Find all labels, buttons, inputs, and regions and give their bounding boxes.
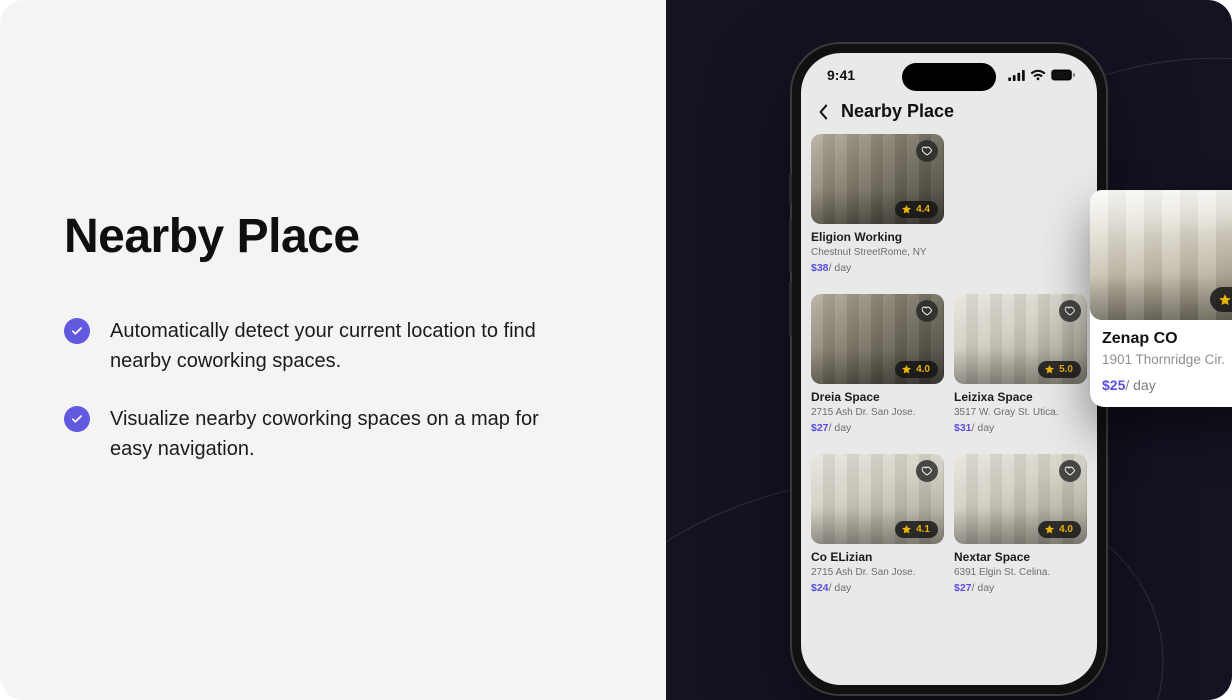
- heart-icon: [921, 305, 933, 317]
- place-address: Chestnut StreetRome, NY: [811, 247, 944, 258]
- dynamic-island: [902, 63, 996, 91]
- popout-body: Zenap CO 1901 Thornridge Cir. $25/ day: [1090, 320, 1232, 407]
- place-thumbnail: 4.0: [954, 454, 1087, 544]
- star-icon: [901, 204, 912, 215]
- place-price: $38/ day: [811, 262, 944, 274]
- place-name: Co ELizian: [811, 550, 944, 564]
- rating-chip: 4.8: [1210, 287, 1232, 312]
- slide-heading: Nearby Place: [64, 209, 564, 264]
- place-card[interactable]: 5.0 Leizixa Space 3517 W. Gray St. Utica…: [954, 294, 1087, 434]
- feature-item: Automatically detect your current locati…: [64, 316, 564, 376]
- app-title: Nearby Place: [841, 101, 954, 122]
- place-card[interactable]: 4.0 Nextar Space 6391 Elgin St. Celina. …: [954, 454, 1087, 594]
- place-thumbnail: 4.0: [811, 294, 944, 384]
- status-bar: 9:41: [801, 53, 1097, 97]
- place-thumbnail: 4.4: [811, 134, 944, 224]
- rating-chip: 4.0: [1038, 521, 1081, 538]
- place-name: Eligion Working: [811, 230, 944, 244]
- favorite-button[interactable]: [916, 140, 938, 162]
- app-header: Nearby Place: [801, 97, 1097, 134]
- phone-screen: 9:41 Nearby Place: [801, 53, 1097, 685]
- cellular-icon: [1008, 70, 1025, 81]
- place-thumbnail: 4.1: [811, 454, 944, 544]
- star-icon: [901, 364, 912, 375]
- marketing-slide: Nearby Place Automatically detect your c…: [0, 0, 1232, 700]
- place-address: 2715 Ash Dr. San Jose.: [811, 407, 944, 418]
- feature-text: Visualize nearby coworking spaces on a m…: [110, 404, 550, 464]
- place-name: Nextar Space: [954, 550, 1087, 564]
- favorite-button[interactable]: [916, 460, 938, 482]
- chevron-left-icon: [818, 104, 828, 120]
- place-address: 6391 Elgin St. Celina.: [954, 567, 1087, 578]
- showcase-panel: 9:41 Nearby Place: [666, 0, 1232, 700]
- rating-chip: 4.4: [895, 201, 938, 218]
- place-card[interactable]: 4.4 Eligion Working Chestnut StreetRome,…: [811, 134, 944, 274]
- check-icon: [64, 406, 90, 432]
- place-price: $27/ day: [811, 422, 944, 434]
- place-price: $27/ day: [954, 582, 1087, 594]
- place-card[interactable]: 4.0 Dreia Space 2715 Ash Dr. San Jose. $…: [811, 294, 944, 434]
- phone-mockup: 9:41 Nearby Place: [792, 44, 1106, 694]
- place-price: $31/ day: [954, 422, 1087, 434]
- place-price: $24/ day: [811, 582, 944, 594]
- wifi-icon: [1030, 69, 1046, 81]
- status-icons: [1008, 69, 1075, 81]
- rating-chip: 4.1: [895, 521, 938, 538]
- rating-value: 4.1: [916, 524, 930, 535]
- place-name: Zenap CO: [1102, 330, 1232, 348]
- status-time: 9:41: [827, 67, 855, 83]
- check-icon: [64, 318, 90, 344]
- back-button[interactable]: [817, 103, 829, 121]
- star-icon: [1218, 293, 1232, 307]
- place-address: 2715 Ash Dr. San Jose.: [811, 567, 944, 578]
- heart-icon: [921, 465, 933, 477]
- favorite-button[interactable]: [916, 300, 938, 322]
- place-thumbnail: 4.8: [1090, 190, 1232, 320]
- place-name: Dreia Space: [811, 390, 944, 404]
- feature-text: Automatically detect your current locati…: [110, 316, 550, 376]
- place-thumbnail: 5.0: [954, 294, 1087, 384]
- place-price: $25/ day: [1102, 377, 1232, 393]
- feature-item: Visualize nearby coworking spaces on a m…: [64, 404, 564, 464]
- rating-value: 4.4: [916, 204, 930, 215]
- rating-chip: 5.0: [1038, 361, 1081, 378]
- star-icon: [1044, 364, 1055, 375]
- featured-place-popout[interactable]: 4.8 Zenap CO 1901 Thornridge Cir. $25/ d…: [1090, 190, 1232, 407]
- place-address: 3517 W. Gray St. Utica.: [954, 407, 1087, 418]
- left-copy-panel: Nearby Place Automatically detect your c…: [64, 0, 564, 700]
- rating-value: 5.0: [1059, 364, 1073, 375]
- heart-icon: [921, 145, 933, 157]
- favorite-button[interactable]: [1059, 460, 1081, 482]
- star-icon: [901, 524, 912, 535]
- star-icon: [1044, 524, 1055, 535]
- rating-chip: 4.0: [895, 361, 938, 378]
- place-name: Leizixa Space: [954, 390, 1087, 404]
- heart-icon: [1064, 305, 1076, 317]
- place-address: 1901 Thornridge Cir.: [1102, 352, 1232, 367]
- place-card[interactable]: 4.1 Co ELizian 2715 Ash Dr. San Jose. $2…: [811, 454, 944, 594]
- heart-icon: [1064, 465, 1076, 477]
- favorite-button[interactable]: [1059, 300, 1081, 322]
- battery-icon: [1051, 69, 1075, 81]
- place-card-placeholder: [954, 134, 1087, 274]
- rating-value: 4.0: [916, 364, 930, 375]
- places-grid: 4.4 Eligion Working Chestnut StreetRome,…: [801, 134, 1097, 594]
- rating-value: 4.0: [1059, 524, 1073, 535]
